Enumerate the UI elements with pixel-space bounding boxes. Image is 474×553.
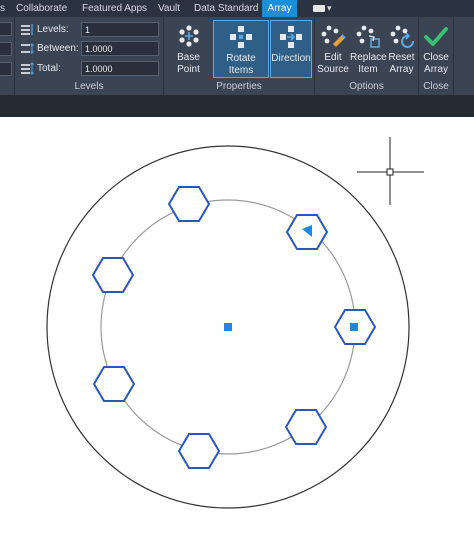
total-input[interactable] [81,61,159,76]
array-item-hexagon[interactable] [177,433,221,469]
checkmark-icon [424,27,448,46]
between-label: Between: [37,43,79,54]
polar-array-items[interactable] [91,186,377,469]
close-panel-title[interactable]: Close [419,80,453,94]
ribbon: s Collaborate Featured Apps Vault Data S… [0,0,474,95]
levels-input[interactable] [81,22,159,37]
replace-item-label-line2: Item [358,64,378,75]
array-item-hexagon[interactable] [167,186,211,222]
reset-array-button[interactable]: Reset Array [386,20,417,78]
between-icon [21,43,34,54]
panel-toggle-icon [313,5,325,13]
array-item-hexagon[interactable] [91,257,135,293]
replace-item-label-line1: Replace [350,52,387,63]
levels-icon [21,24,33,35]
options-panel-title[interactable]: Options [315,80,418,94]
tab-vault[interactable]: Vault [158,0,180,17]
ribbon-tab-bar: s Collaborate Featured Apps Vault Data S… [0,0,474,17]
close-array-label-line2: Array [424,64,448,75]
levels-label: Levels: [37,24,69,35]
edit-source-label: Edit Source [316,52,350,76]
direction-icon [280,26,302,48]
partial-field[interactable] [0,42,12,56]
drawing-canvas[interactable] [0,117,474,553]
reset-array-label-line1: Reset [388,52,415,63]
radius-grip[interactable] [350,323,358,331]
properties-panel-title[interactable]: Properties [164,80,314,94]
total-label: Total: [37,63,61,74]
tab-collaborate[interactable]: Collaborate [16,0,67,17]
array-item-hexagon[interactable] [284,409,328,445]
array-item-hexagon[interactable] [92,366,136,402]
partial-field[interactable] [0,22,12,36]
tab-featured-apps[interactable]: Featured Apps [82,0,147,17]
replace-item-label: Replace Item [350,52,387,76]
rotate-items-label: Rotate Items [226,53,256,76]
tab-data-standard[interactable]: Data Standard [194,0,259,17]
reset-array-icon [390,25,414,48]
edit-source-button[interactable]: Edit Source [316,20,350,78]
tab-array[interactable]: Array [262,0,297,17]
ribbon-bottom-bar [0,95,474,117]
levels-panel-title[interactable]: Levels [15,80,163,94]
edit-source-label-line1: Edit [324,52,342,63]
close-array-label: Close Array [420,52,452,76]
crosshair-cursor [357,137,424,205]
base-point-label: Base Point [177,52,200,75]
direction-label: Direction [271,53,311,64]
rotate-items-button[interactable]: Rotate Items [213,20,269,78]
tab-partial[interactable]: s [0,0,5,17]
base-point-button[interactable]: Base Point [165,20,212,78]
close-array-label-line1: Close [423,52,449,63]
panel-divider [453,17,454,95]
total-icon [21,62,34,75]
chevron-down-icon: ▾ [327,3,332,13]
rotate-items-icon [230,26,252,48]
partial-field[interactable] [0,62,12,76]
close-array-button[interactable]: Close Array [420,20,452,78]
replace-item-icon [356,25,380,48]
replace-item-button[interactable]: Replace Item [350,20,387,78]
between-input[interactable] [81,41,159,56]
edit-source-label-line2: Source [317,64,349,75]
tab-overflow-dropdown[interactable]: ▾ [313,0,332,17]
reset-array-label-line2: Array [389,64,414,75]
edit-source-icon [321,25,346,47]
reset-array-label: Reset Array [386,52,417,76]
center-grip[interactable] [224,323,232,331]
base-point-icon [178,25,199,47]
direction-button[interactable]: Direction [270,20,312,78]
